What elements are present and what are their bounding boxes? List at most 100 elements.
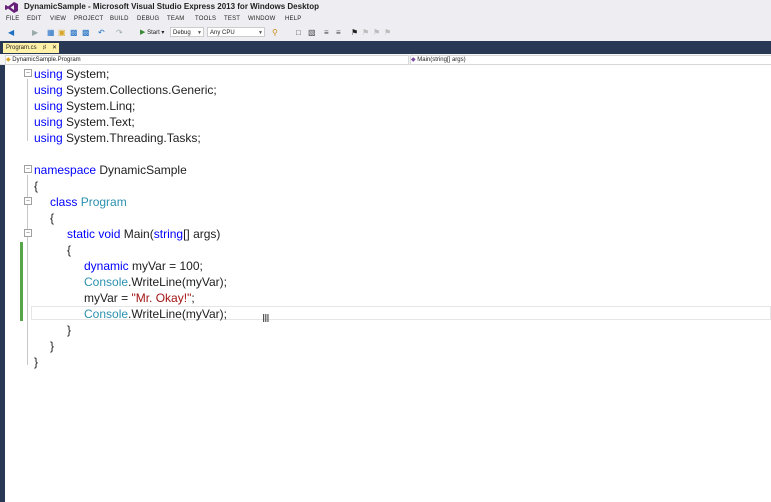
fold-icon[interactable]: – bbox=[24, 165, 32, 173]
platform-value: Any CPU bbox=[210, 30, 235, 36]
code-text: myVar = bbox=[84, 291, 132, 305]
uncomment-icon[interactable]: ≡ bbox=[336, 28, 341, 38]
fold-icon[interactable]: – bbox=[24, 69, 32, 77]
code-line-19: } bbox=[34, 354, 38, 370]
new-project-icon[interactable]: ▦ bbox=[47, 28, 55, 38]
code-text: System.Text; bbox=[66, 115, 135, 129]
bookmark-icon[interactable]: ⚑ bbox=[351, 28, 358, 38]
menu-file[interactable]: FILE bbox=[6, 16, 19, 22]
type-scope-value: DynamicSample.Program bbox=[12, 57, 81, 63]
menu-build[interactable]: BUILD bbox=[110, 16, 129, 22]
keyword: using bbox=[34, 131, 63, 145]
configuration-dropdown[interactable]: Debug ▼ bbox=[170, 27, 204, 37]
pin-icon[interactable]: ♯ bbox=[43, 43, 46, 53]
code-line-13: dynamic myVar = 100; bbox=[84, 258, 203, 274]
menu-team[interactable]: TEAM bbox=[167, 16, 184, 22]
back-icon[interactable]: ◀ bbox=[8, 28, 14, 38]
code-line-15: myVar = "Mr. Okay!"; bbox=[84, 290, 195, 306]
type-scope-icon: ◆ bbox=[6, 57, 11, 63]
keyword: void bbox=[98, 227, 121, 241]
save-all-icon[interactable]: ▩ bbox=[82, 28, 90, 38]
code-text: ; bbox=[191, 291, 195, 305]
menu-tools[interactable]: TOOLS bbox=[195, 16, 216, 22]
code-text: System.Threading.Tasks; bbox=[66, 131, 201, 145]
prev-bookmark-icon[interactable]: ⚑ bbox=[362, 28, 369, 38]
type-name: Console bbox=[84, 275, 129, 289]
window-title: DynamicSample - Microsoft Visual Studio … bbox=[24, 2, 319, 11]
chevron-down-icon: ▾ bbox=[161, 30, 165, 36]
type-scope-dropdown[interactable]: ◆ DynamicSample.Program bbox=[5, 55, 409, 65]
string-literal: "Mr. Okay!" bbox=[131, 291, 192, 305]
navigation-bar: ◆ DynamicSample.Program ◆ Main(string[] … bbox=[0, 54, 771, 65]
properties-icon[interactable]: ▧ bbox=[308, 28, 316, 38]
clear-bookmarks-icon[interactable]: ⚑ bbox=[384, 28, 391, 38]
code-line-10: { bbox=[50, 210, 54, 226]
save-icon[interactable]: ▩ bbox=[70, 28, 78, 38]
class-name: Program bbox=[80, 195, 127, 209]
tab-program-cs[interactable]: Program.cs ♯ ✕ bbox=[3, 43, 59, 53]
start-button[interactable]: ▶ Start ▾ bbox=[140, 28, 164, 36]
code-line-12: { bbox=[67, 242, 71, 258]
keyword: using bbox=[34, 83, 63, 97]
menu-debug[interactable]: DEBUG bbox=[137, 16, 159, 22]
platform-dropdown[interactable]: Any CPU ▼ bbox=[207, 27, 265, 37]
ibeam-cursor-icon: Ⅲ bbox=[262, 313, 270, 325]
undo-icon[interactable]: ↶ bbox=[98, 28, 105, 38]
keyword: using bbox=[34, 99, 63, 113]
keyword: using bbox=[34, 115, 63, 129]
code-text: [] args) bbox=[183, 227, 221, 241]
menu-test[interactable]: TEST bbox=[224, 16, 240, 22]
fold-icon[interactable]: – bbox=[24, 229, 32, 237]
standard-toolbar: ◀ ▶ ▦ ▣ ▩ ▩ ↶ ↷ ▶ Start ▾ Debug ▼ Any CP… bbox=[0, 25, 771, 41]
keyword: string bbox=[153, 227, 184, 241]
code-line-2: using System.Collections.Generic; bbox=[34, 82, 217, 98]
comment-icon[interactable]: ≡ bbox=[324, 28, 329, 38]
start-label: Start bbox=[147, 30, 160, 36]
member-scope-icon: ◆ bbox=[411, 57, 416, 63]
menu-help[interactable]: HELP bbox=[285, 16, 301, 22]
code-line-18: } bbox=[50, 338, 54, 354]
keyword: class bbox=[50, 195, 78, 209]
change-tracking-bar bbox=[20, 242, 23, 321]
code-text: System; bbox=[66, 67, 110, 81]
member-scope-value: Main(string[] args) bbox=[417, 57, 466, 63]
chevron-down-icon: ▼ bbox=[258, 30, 263, 36]
close-icon[interactable]: ✕ bbox=[52, 43, 57, 53]
find-icon[interactable]: ⚲ bbox=[272, 28, 278, 38]
code-text: System.Linq; bbox=[66, 99, 136, 113]
code-line-5: using System.Threading.Tasks; bbox=[34, 130, 201, 146]
code-text: .WriteLine(myVar); bbox=[128, 275, 227, 289]
member-scope-dropdown[interactable]: ◆ Main(string[] args) bbox=[410, 55, 771, 65]
code-text: .WriteLine(myVar); bbox=[128, 307, 227, 321]
code-text: myVar = 100; bbox=[132, 259, 203, 273]
code-line-11: static void Main(string[] args) bbox=[67, 226, 220, 242]
type-name: Console bbox=[84, 307, 129, 321]
code-line-7: namespace DynamicSample bbox=[34, 162, 187, 178]
keyword: static bbox=[67, 227, 96, 241]
menu-window[interactable]: WINDOW bbox=[248, 16, 276, 22]
code-line-16: Console.WriteLine(myVar); bbox=[84, 306, 227, 322]
solution-explorer-icon[interactable]: □ bbox=[296, 28, 301, 38]
fold-guide bbox=[27, 79, 28, 141]
fold-icon[interactable]: – bbox=[24, 197, 32, 205]
forward-icon[interactable]: ▶ bbox=[32, 28, 38, 38]
code-line-17: } bbox=[67, 322, 71, 338]
brace: { bbox=[34, 179, 39, 193]
menu-project[interactable]: PROJECT bbox=[74, 16, 103, 22]
brace: { bbox=[50, 211, 55, 225]
keyword: dynamic bbox=[84, 259, 129, 273]
brace: { bbox=[67, 243, 72, 257]
next-bookmark-icon[interactable]: ⚑ bbox=[373, 28, 380, 38]
menu-edit[interactable]: EDIT bbox=[27, 16, 41, 22]
brace: } bbox=[50, 339, 55, 353]
menu-view[interactable]: VIEW bbox=[50, 16, 66, 22]
open-icon[interactable]: ▣ bbox=[58, 28, 66, 38]
document-tab-strip: Program.cs ♯ ✕ bbox=[0, 41, 771, 54]
code-line-3: using System.Linq; bbox=[34, 98, 135, 114]
keyword: namespace bbox=[34, 163, 97, 177]
brace: } bbox=[67, 323, 72, 337]
configuration-value: Debug bbox=[173, 30, 191, 36]
code-line-14: Console.WriteLine(myVar); bbox=[84, 274, 227, 290]
redo-icon[interactable]: ↷ bbox=[116, 28, 123, 38]
code-line-9: class Program bbox=[50, 194, 127, 210]
